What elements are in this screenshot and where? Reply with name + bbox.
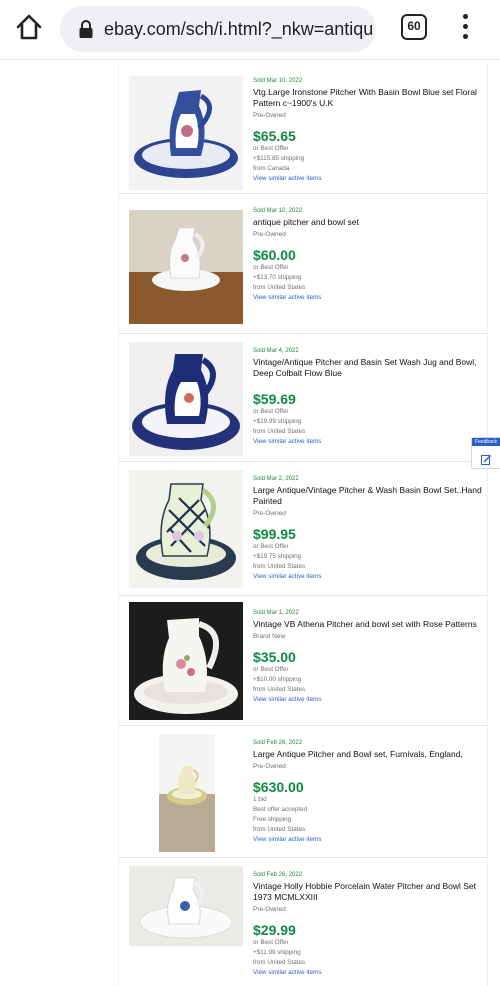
tab-switcher-button[interactable]: 60	[401, 14, 427, 40]
item-detail-2: +$13.70 shipping	[253, 274, 302, 281]
item-detail-3: from Canada	[253, 165, 290, 172]
item-condition: Brand New	[253, 633, 286, 640]
list-item[interactable]: Sold Mar 1, 2022 Vintage VB Athena Pitch…	[119, 596, 489, 726]
item-detail-1: or Best Offer	[253, 264, 289, 271]
sold-date: Sold Feb 26, 2022	[253, 740, 303, 746]
list-item[interactable]: Sold Mar 10, 2022 Vtg.Large Ironstone Pi…	[119, 64, 489, 194]
item-title[interactable]: antique pitcher and bowl set	[253, 217, 485, 228]
list-item[interactable]: Sold Mar 10, 2022 antique pitcher and bo…	[119, 194, 489, 334]
view-similar-link[interactable]: View similar active items	[253, 437, 485, 447]
item-detail-2: +$10.00 shipping	[253, 676, 302, 683]
item-price: $59.69	[253, 391, 296, 407]
item-detail-3: Free shipping	[253, 816, 292, 823]
item-title[interactable]: Vintage VB Athena Pitcher and bowl set w…	[253, 619, 485, 630]
item-title[interactable]: Vintage/Antique Pitcher and Basin Set Wa…	[253, 357, 485, 379]
item-condition: Pre-Owned	[253, 763, 286, 770]
item-condition: Pre-Owned	[253, 510, 286, 517]
sold-date: Sold Mar 10, 2022	[253, 208, 303, 214]
item-detail-1: or Best Offer	[253, 666, 289, 673]
item-detail-3: from United States	[253, 284, 306, 291]
item-thumbnail[interactable]	[129, 470, 243, 588]
item-detail-1: or Best Offer	[253, 408, 289, 415]
home-icon[interactable]	[14, 12, 44, 42]
item-detail-2: Best offer accepted	[253, 806, 308, 813]
item-detail-3: from United States	[253, 563, 306, 570]
item-detail-2: +$115.85 shipping	[253, 155, 305, 162]
item-price: $35.00	[253, 649, 296, 665]
view-similar-link[interactable]: View similar active items	[253, 174, 485, 184]
item-title[interactable]: Large Antique Pitcher and Bowl set, Furn…	[253, 749, 485, 760]
item-title[interactable]: Vtg.Large Ironstone Pitcher With Basin B…	[253, 87, 485, 109]
item-detail-3: from United States	[253, 686, 306, 693]
item-price: $65.65	[253, 128, 296, 144]
sold-date: Sold Mar 2, 2022	[253, 476, 299, 482]
item-detail-1: or Best Offer	[253, 939, 289, 946]
item-thumbnail[interactable]	[129, 342, 243, 456]
item-detail-2: +$11.99 shipping	[253, 949, 301, 956]
search-results-list: Sold Mar 10, 2022 Vtg.Large Ironstone Pi…	[118, 64, 489, 986]
item-price: $99.95	[253, 526, 296, 542]
view-similar-link[interactable]: View similar active items	[253, 572, 485, 582]
item-thumbnail[interactable]	[129, 210, 243, 324]
view-similar-link[interactable]: View similar active items	[253, 293, 485, 303]
sold-date: Sold Feb 26, 2022	[253, 872, 303, 878]
overflow-menu-icon[interactable]	[458, 14, 472, 42]
browser-toolbar: ebay.com/sch/i.html?_nkw=antique 60	[0, 0, 500, 60]
item-title[interactable]: Vintage Holly Hobbie Porcelain Water Pit…	[253, 881, 485, 903]
list-item[interactable]: Sold Feb 26, 2022 Vintage Holly Hobbie P…	[119, 858, 489, 986]
view-similar-link[interactable]: View similar active items	[253, 968, 485, 978]
item-thumbnail[interactable]	[129, 866, 243, 946]
item-price: $630.00	[253, 779, 304, 795]
item-thumbnail[interactable]	[129, 76, 243, 190]
item-detail-1: or Best Offer	[253, 543, 289, 550]
url-text[interactable]: ebay.com/sch/i.html?_nkw=antique	[104, 19, 372, 40]
list-item[interactable]: Sold Mar 4, 2022 Vintage/Antique Pitcher…	[119, 334, 489, 462]
feedback-label: Feedback	[472, 438, 500, 446]
item-thumbnail[interactable]	[129, 602, 243, 720]
item-detail-1: or Best Offer	[253, 145, 289, 152]
item-detail-4: from United States	[253, 826, 306, 833]
item-detail-1: 1 bid	[253, 796, 267, 803]
view-similar-link[interactable]: View similar active items	[253, 835, 485, 845]
item-price: $29.99	[253, 922, 296, 938]
sold-date: Sold Mar 4, 2022	[253, 348, 299, 354]
item-detail-2: +$19.99 shipping	[253, 418, 302, 425]
item-condition: Pre-Owned	[253, 906, 286, 913]
sold-date: Sold Mar 10, 2022	[253, 78, 303, 84]
item-condition: Pre-Owned	[253, 231, 286, 238]
feedback-tab[interactable]: Feedback	[471, 437, 500, 469]
address-bar[interactable]: ebay.com/sch/i.html?_nkw=antique	[60, 6, 376, 52]
item-detail-2: +$19.75 shipping	[253, 553, 302, 560]
item-condition: Pre-Owned	[253, 112, 286, 119]
item-thumbnail[interactable]	[159, 734, 215, 852]
list-item[interactable]: Sold Mar 2, 2022 Large Antique/Vintage P…	[119, 462, 489, 596]
edit-note-icon	[481, 452, 492, 465]
item-detail-3: from United States	[253, 428, 306, 435]
list-item[interactable]: Sold Feb 26, 2022 Large Antique Pitcher …	[119, 726, 489, 858]
lock-icon	[78, 19, 94, 39]
sold-date: Sold Mar 1, 2022	[253, 610, 299, 616]
view-similar-link[interactable]: View similar active items	[253, 695, 485, 705]
item-detail-3: from United States	[253, 959, 306, 966]
item-price: $60.00	[253, 247, 296, 263]
item-title[interactable]: Large Antique/Vintage Pitcher & Wash Bas…	[253, 485, 485, 507]
